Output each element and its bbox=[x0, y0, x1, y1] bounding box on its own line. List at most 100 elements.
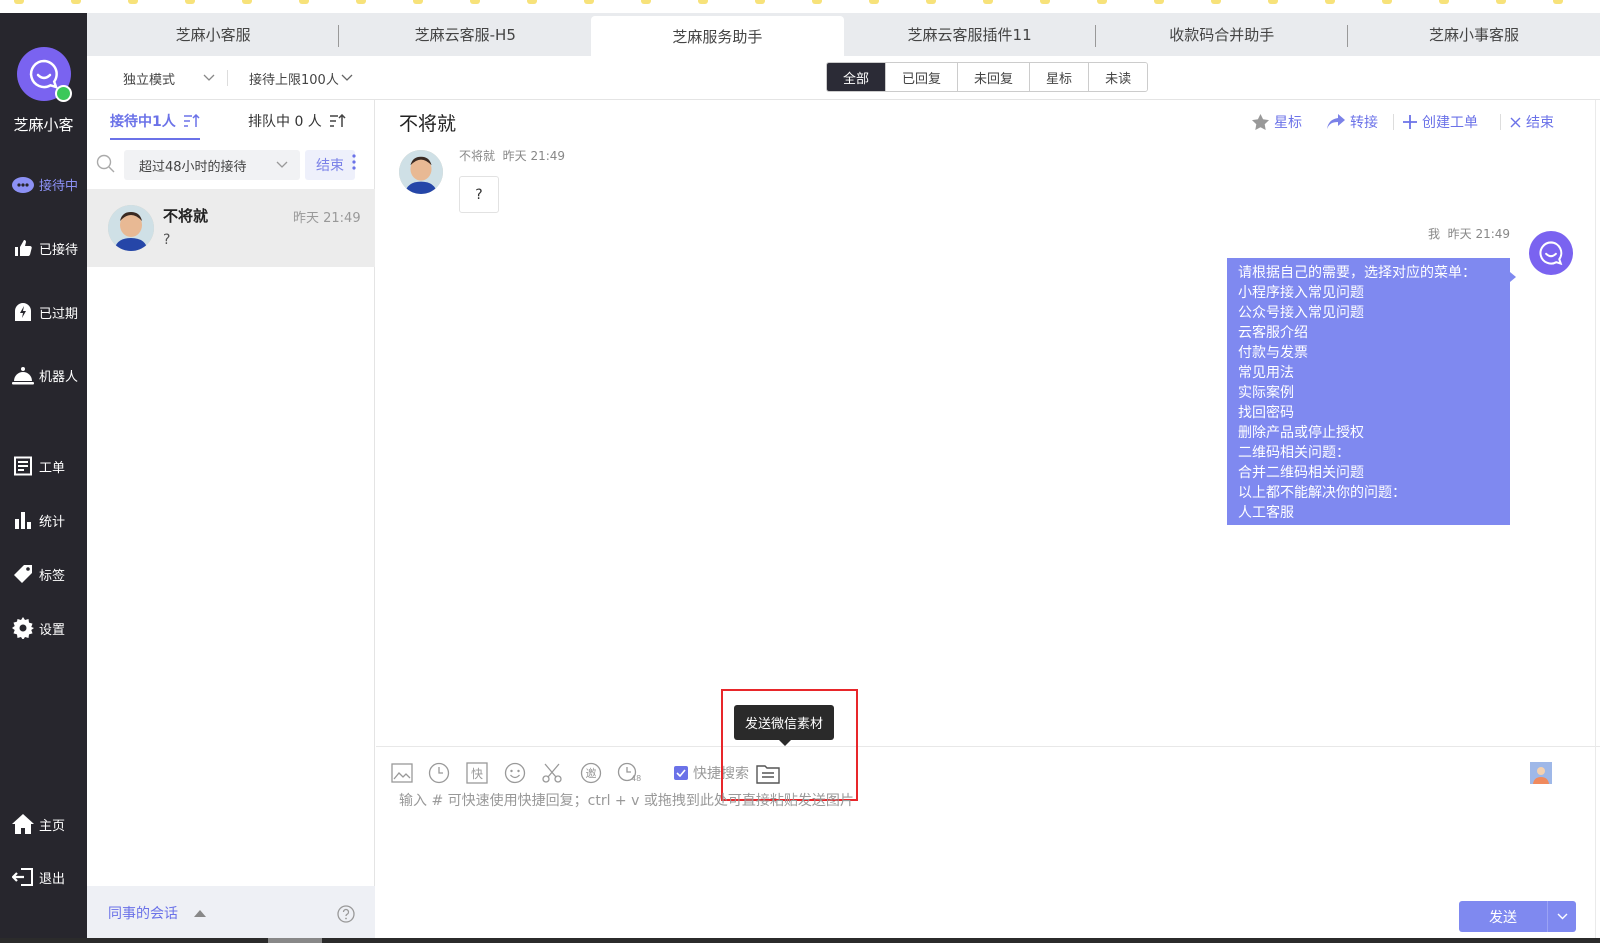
filter-replied[interactable]: 已回复 bbox=[885, 63, 958, 91]
tab-payment-code-merge[interactable]: 收款码合并助手 bbox=[1096, 13, 1349, 56]
nav-expired[interactable]: 已过期 bbox=[0, 297, 87, 327]
mode-dropdown[interactable]: 独立模式 bbox=[123, 56, 215, 100]
home-icon bbox=[11, 812, 35, 836]
nav-stats[interactable]: 统计 bbox=[0, 505, 87, 535]
tab-zhima-plugin[interactable]: 芝麻云客服插件11 bbox=[844, 13, 1096, 56]
header-divider bbox=[1393, 114, 1394, 130]
filter-all[interactable]: 全部 bbox=[827, 63, 886, 91]
create-ticket-button[interactable]: 创建工单 bbox=[1403, 110, 1478, 134]
wechat-material-icon[interactable] bbox=[756, 761, 780, 785]
nav-ticket[interactable]: 工单 bbox=[0, 451, 87, 481]
time-filter-select[interactable]: 超过48小时的接待 bbox=[124, 150, 300, 180]
transfer-button[interactable]: 转接 bbox=[1327, 110, 1378, 134]
scrollbar-thumb[interactable] bbox=[268, 938, 322, 943]
header-divider bbox=[1500, 114, 1501, 130]
conversation-item[interactable]: 不将就 昨天 21:49 ? bbox=[87, 189, 375, 267]
send-button[interactable]: 发送 bbox=[1459, 901, 1547, 932]
more-vertical-icon[interactable] bbox=[352, 154, 356, 170]
search-icon[interactable] bbox=[96, 154, 116, 174]
time-filter-value: 超过48小时的接待 bbox=[139, 159, 247, 175]
ticket-icon bbox=[11, 454, 35, 478]
nav-settings-label: 设置 bbox=[39, 622, 66, 638]
strip-dot bbox=[71, 0, 81, 4]
composer: 快 邀 48 快捷搜索 发送微信素材 发送 bbox=[376, 689, 1600, 943]
nav-robot[interactable]: 机器人 bbox=[0, 360, 87, 390]
sidebar: 芝麻小客 接待中 已接待 已过期 机器人 工单 统计 标签 设置 主页 退出 bbox=[0, 13, 87, 943]
quick-search-toggle[interactable]: 快捷搜索 bbox=[674, 761, 749, 785]
image-icon[interactable] bbox=[390, 761, 414, 785]
strip-dot bbox=[1097, 0, 1107, 4]
strip-dot bbox=[14, 0, 24, 4]
nav-ticket-label: 工单 bbox=[39, 460, 66, 476]
chat-bubble-logo-icon bbox=[29, 59, 58, 89]
strip-dot bbox=[1325, 0, 1335, 4]
invite-icon[interactable]: 邀 bbox=[579, 761, 603, 785]
toolbar: 独立模式 接待上限100人 全部 已回复 未回复 星标 未读 bbox=[87, 56, 1600, 100]
toolbar-divider bbox=[227, 70, 228, 86]
gear-icon bbox=[11, 616, 35, 640]
horizontal-scrollbar[interactable] bbox=[0, 938, 1600, 943]
message-filter-group: 全部 已回复 未回复 星标 未读 bbox=[826, 62, 1149, 92]
nav-logout[interactable]: 退出 bbox=[0, 862, 87, 892]
sort-icon[interactable] bbox=[329, 114, 346, 128]
help-icon[interactable] bbox=[337, 905, 355, 923]
limit-dropdown[interactable]: 接待上限100人 bbox=[249, 56, 353, 100]
logout-icon bbox=[11, 865, 35, 889]
chat-panel: 不将就 星标 转接 创建工单 结束 不将就 昨天 21:49 ? 我 昨天 21… bbox=[376, 100, 1600, 943]
tab-zhima-service-assistant[interactable]: 芝麻服务助手 bbox=[591, 16, 844, 56]
strip-dot bbox=[755, 0, 765, 4]
end-chat-button[interactable]: 结束 bbox=[1510, 110, 1554, 134]
send-options-button[interactable] bbox=[1547, 901, 1576, 932]
nav-tags[interactable]: 标签 bbox=[0, 559, 87, 589]
nav-serving[interactable]: 接待中 bbox=[0, 169, 87, 199]
top-strip bbox=[0, 0, 1600, 13]
customer-avatar bbox=[108, 205, 154, 251]
colleague-conversations-label: 同事的会话 bbox=[108, 906, 178, 922]
strip-dot bbox=[812, 0, 822, 4]
end-all-button[interactable]: 结束 bbox=[305, 150, 355, 180]
menu-line: 以上都不能解决你的问题： bbox=[1238, 485, 1406, 501]
close-icon bbox=[1510, 117, 1521, 128]
sort-icon[interactable] bbox=[183, 114, 200, 128]
list-tabs: 接待中1人 排队中 0 人 bbox=[87, 100, 375, 142]
tab-zhima-kefu[interactable]: 芝麻小客服 bbox=[87, 13, 340, 56]
star-button[interactable]: 星标 bbox=[1252, 110, 1302, 134]
filter-unread[interactable]: 未读 bbox=[1088, 63, 1148, 91]
conversation-time: 昨天 21:49 bbox=[293, 211, 361, 226]
app-name: 芝麻小客 bbox=[13, 116, 74, 134]
filter-starred[interactable]: 星标 bbox=[1029, 63, 1089, 91]
conversation-preview: ? bbox=[163, 232, 171, 248]
menu-line: 找回密码 bbox=[1238, 405, 1294, 421]
nav-served[interactable]: 已接待 bbox=[0, 233, 87, 263]
strip-dot bbox=[413, 0, 423, 4]
nav-home[interactable]: 主页 bbox=[0, 809, 87, 839]
filter-unreplied[interactable]: 未回复 bbox=[957, 63, 1030, 91]
end-chat-label: 结束 bbox=[1526, 115, 1554, 131]
customer-profile-icon[interactable] bbox=[1529, 761, 1553, 785]
tab-zhima-h5[interactable]: 芝麻云客服-H5 bbox=[339, 13, 591, 56]
scissors-icon[interactable] bbox=[540, 761, 564, 785]
tab-queue[interactable]: 排队中 0 人 bbox=[248, 100, 346, 142]
tab-zhima-xiaoshi[interactable]: 芝麻小事客服 bbox=[1348, 13, 1600, 56]
menu-line: 合并二维码相关问题 bbox=[1238, 465, 1364, 481]
strip-dot bbox=[242, 0, 252, 4]
strip-dot bbox=[1382, 0, 1392, 4]
expired-icon bbox=[11, 300, 35, 324]
timer-48-icon[interactable]: 48 bbox=[616, 761, 641, 785]
customer-avatar bbox=[399, 150, 443, 194]
menu-line: 请根据自己的需要，选择对应的菜单： bbox=[1238, 265, 1476, 281]
history-clock-icon[interactable] bbox=[427, 761, 451, 785]
strip-dot bbox=[299, 0, 309, 4]
strip-dot bbox=[1154, 0, 1164, 4]
quick-reply-icon[interactable]: 快 bbox=[465, 761, 489, 785]
incoming-sender: 不将就 bbox=[459, 149, 496, 163]
colleague-conversations-bar[interactable]: 同事的会话 bbox=[87, 886, 375, 943]
bar-chart-icon bbox=[11, 508, 35, 532]
emoji-icon[interactable] bbox=[503, 761, 527, 785]
nav-settings[interactable]: 设置 bbox=[0, 613, 87, 643]
quick-reply-glyph: 快 bbox=[470, 766, 483, 781]
tab-serving[interactable]: 接待中1人 bbox=[110, 100, 200, 142]
invite-glyph: 邀 bbox=[585, 767, 597, 780]
plus-icon bbox=[1403, 115, 1417, 129]
message-input[interactable] bbox=[399, 789, 1499, 813]
